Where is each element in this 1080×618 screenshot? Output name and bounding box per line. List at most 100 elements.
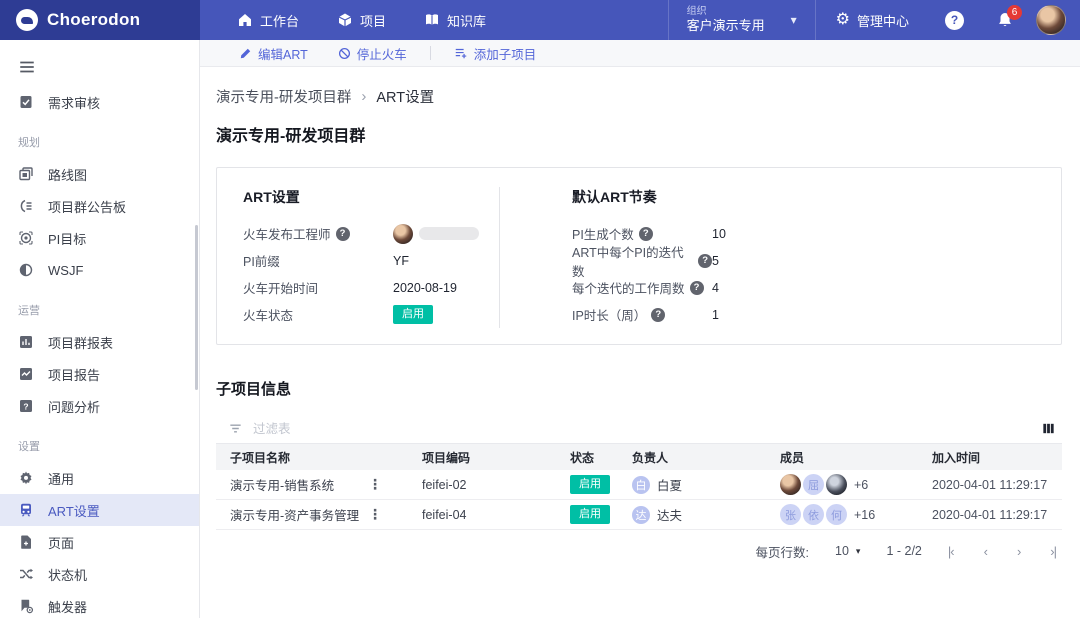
sidebar-item-pi-objectives[interactable]: PI目标 [0,222,199,254]
user-avatar[interactable] [1036,5,1066,35]
sidebar-scrollbar[interactable] [195,225,198,390]
subproject-name[interactable]: 演示专用-销售系统 [230,475,334,494]
engineer-avatar [393,223,413,244]
action-toolbar: 编辑ART 停止火车 添加子项目 [200,40,1080,67]
help-icon[interactable]: ? [638,226,653,241]
sidebar-item-label: 项目群公告板 [48,199,127,215]
stop-train-button[interactable]: 停止火车 [323,44,422,63]
weeks-per-iteration-value: 4 [712,280,719,295]
col-header-owner: 负责人 [632,450,669,465]
sidebar-item-issue-analysis[interactable]: ? 问题分析 [0,390,199,422]
members-more-count: +6 [854,477,869,492]
member-avatar: 张 [780,504,801,525]
engineer-name-redacted [419,227,479,240]
train-start-value: 2020-08-19 [393,280,457,295]
sidebar-section-planning: 规划 [18,137,40,149]
requirement-review-icon [20,96,32,108]
pi-prefix-value: YF [393,253,409,268]
help-button[interactable]: ? [929,0,980,40]
sidebar-item-program-reports[interactable]: 项目群报表 [0,326,199,358]
sidebar-item-label: 页面 [48,535,75,551]
stop-train-label: 停止火车 [356,47,407,62]
art-cadence-title: 默认ART节奏 [572,189,657,205]
art-settings-card: ART设置 火车发布工程师 ? PI前缀 YF 火车开始时间 2020-08-1… [216,167,1062,345]
columns-icon [1043,423,1054,434]
sidebar-item-label: WSJF [48,262,84,278]
nav-knowledge[interactable]: 知识库 [405,0,505,40]
breadcrumb-parent[interactable]: 演示专用-研发项目群 [216,86,351,107]
ip-duration-label: IP时长（周） [572,309,647,323]
first-page-button[interactable]: |‹ [948,544,955,559]
collapse-menu-button[interactable] [0,52,199,86]
sidebar-item-requirement-review[interactable]: 需求审核 [0,86,199,118]
edit-art-label: 编辑ART [258,47,308,62]
iterations-per-pi-row: ART中每个PI的迭代数 ? 5 [572,246,1061,279]
add-subproject-button[interactable]: 添加子项目 [439,44,552,63]
main-area: 编辑ART 停止火车 添加子项目 演示专用-研发项目群 › ART设置 演示专用… [200,40,1080,618]
column-settings-button[interactable] [1041,421,1056,436]
help-icon[interactable]: ? [335,226,350,241]
help-icon[interactable]: ? [651,307,666,322]
pi-prefix-label: PI前缀 [243,255,280,269]
sidebar-item-art-settings[interactable]: ART设置 [0,494,199,526]
rows-per-page-value: 10 [835,544,849,558]
owner-name: 达夫 [657,509,683,523]
edit-art-button[interactable]: 编辑ART [224,44,323,63]
iterations-per-pi-value: 5 [712,253,719,268]
toolbar-divider [429,46,431,60]
sidebar-item-label: 项目群报表 [48,335,114,351]
org-value: 客户演示专用 [686,18,765,34]
state-machine-icon [20,568,33,580]
page-icon [21,535,31,549]
add-subproject-label: 添加子项目 [473,47,537,62]
next-page-button[interactable]: › [1017,544,1021,559]
sidebar-item-state-machine[interactable]: 状态机 [0,558,199,590]
top-nav: 工作台 项目 知识库 [218,0,505,40]
breadcrumb-separator-icon: › [361,88,367,105]
topbar: Choerodon 工作台 项目 知识库 组织 客户演示专用 ▾ ⚙ 管理中心 [0,0,1080,40]
admin-center-button[interactable]: ⚙ 管理中心 [816,0,929,40]
members-more-count: +16 [854,507,876,522]
org-switcher[interactable]: 组织 客户演示专用 ▾ [667,0,816,40]
subprojects-table: 子项目名称 项目编码 状态 负责人 成员 加入时间 演示专用-销售系统 ⋮ fe… [216,444,1062,530]
subproject-name[interactable]: 演示专用-资产事务管理 [230,505,359,524]
last-page-button[interactable]: ›| [1050,544,1057,559]
member-avatar: 何 [826,504,847,525]
table-filter-input[interactable] [253,421,1031,436]
subprojects-title: 子项目信息 [216,381,292,398]
subproject-code: feifei-02 [422,477,467,492]
help-icon: ? [945,10,964,30]
sidebar-item-roadmap[interactable]: 路线图 [0,158,199,190]
pi-count-value: 10 [712,226,726,241]
pagination: 每页行数: 10 ▾ 1 - 2/2 |‹ ‹ › ›| [216,530,1062,572]
chevron-down-icon: ▾ [855,545,861,556]
sidebar-item-label: 项目报告 [48,367,101,383]
knowledge-book-icon [426,14,439,25]
row-actions-kebab-icon[interactable]: ⋮ [368,506,382,523]
rows-per-page-label: 每页行数: [755,545,809,560]
sidebar-item-project-report[interactable]: 项目报告 [0,358,199,390]
rows-per-page-select[interactable]: 10 ▾ [835,544,860,558]
status-badge: 启用 [393,305,433,324]
svg-text:?: ? [23,401,28,411]
prev-page-button[interactable]: ‹ [984,544,988,559]
nav-project[interactable]: 项目 [318,0,405,40]
table-row: 演示专用-资产事务管理 ⋮ feifei-04 启用 达 达夫 张 依 何 +1… [216,500,1062,530]
help-icon[interactable]: ? [689,280,704,295]
art-cadence-section: 默认ART节奏 PI生成个数 ? 10 ART中每个PI的迭代数 ? 5 每个迭… [499,187,1061,328]
help-icon[interactable]: ? [698,253,712,268]
weeks-per-iteration-label: 每个迭代的工作周数 [572,282,685,296]
nav-workbench[interactable]: 工作台 [218,0,318,40]
sidebar-item-program-board[interactable]: 项目群公告板 [0,190,199,222]
member-avatar [826,474,847,495]
app-logo[interactable]: Choerodon [0,0,200,40]
sidebar-item-pages[interactable]: 页面 [0,526,199,558]
col-header-members: 成员 [780,450,805,465]
sidebar-item-wsjf[interactable]: WSJF [0,254,199,286]
art-settings-section: ART设置 火车发布工程师 ? PI前缀 YF 火车开始时间 2020-08-1… [217,187,499,328]
sidebar-item-general[interactable]: 通用 [0,462,199,494]
notifications-button[interactable]: 6 [980,0,1030,40]
row-actions-kebab-icon[interactable]: ⋮ [368,476,382,493]
sidebar-item-triggers[interactable]: 触发器 [0,590,199,618]
col-header-joined: 加入时间 [932,450,981,465]
